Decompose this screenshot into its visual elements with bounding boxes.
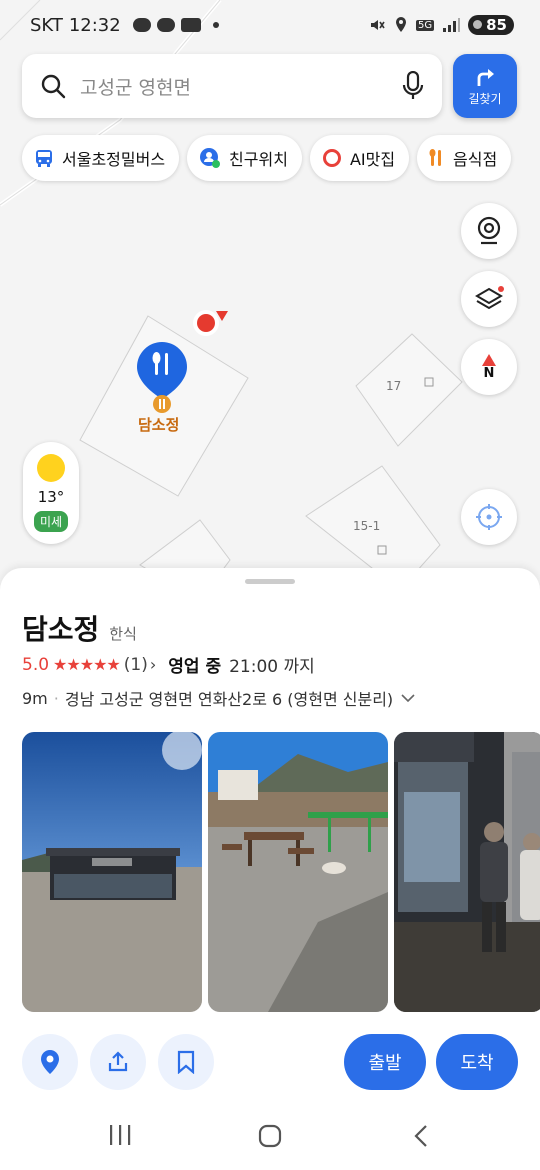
fine-dust-badge: 미세 <box>33 511 69 532</box>
category-chips: 서울초정밀버스 친구위치 AI맛집 음식점 <box>22 135 512 181</box>
place-detail-sheet[interactable]: 담소정 한식 5.0 ★★★★★ (1) › 영업 중 21:00 까지 9m … <box>0 568 540 1170</box>
home-icon <box>258 1124 282 1148</box>
clock: 12:32 <box>68 14 121 36</box>
bookmark-button[interactable] <box>158 1034 214 1090</box>
share-button[interactable] <box>90 1034 146 1090</box>
layers-icon <box>475 286 504 310</box>
action-row: 출발 도착 <box>22 1034 518 1090</box>
rating-stars: ★★★★★ <box>53 655 121 674</box>
chevron-right-icon: › <box>149 655 157 674</box>
place-photo[interactable] <box>22 732 202 1012</box>
restaurant-icon <box>429 149 442 166</box>
talk-notification-icon <box>132 18 151 32</box>
location-pin-icon <box>41 1050 59 1074</box>
place-category: 한식 <box>109 625 137 643</box>
bus-icon <box>36 150 52 167</box>
map-place-label[interactable]: 담소정 <box>138 414 179 435</box>
chip-ai-restaurants[interactable]: AI맛집 <box>309 135 410 181</box>
map-layers-button[interactable] <box>461 271 517 327</box>
photo-terrace-image <box>208 732 388 1012</box>
place-name: 담소정 <box>22 613 100 646</box>
distance: 9m <box>22 688 48 708</box>
sheet-drag-handle[interactable] <box>245 579 295 584</box>
weather-widget[interactable]: 13° 미세 <box>23 442 79 544</box>
directions-label: 길찾기 <box>468 91 502 106</box>
place-photo[interactable] <box>394 732 540 1012</box>
separator-dot: · <box>53 688 59 708</box>
photo-carousel[interactable] <box>22 732 540 1012</box>
youtube-notification-icon <box>180 18 201 32</box>
friend-location-icon <box>200 148 221 168</box>
mute-icon <box>371 20 385 30</box>
lot-number-label: 17 <box>386 379 402 393</box>
chip-label: 음식점 <box>453 150 498 169</box>
location-status-icon <box>396 17 406 32</box>
chip-seoul-bus[interactable]: 서울초정밀버스 <box>22 135 180 181</box>
search-icon <box>41 74 66 99</box>
back-button[interactable] <box>412 1124 430 1148</box>
more-notifications-dot-icon <box>212 22 219 28</box>
arrive-button[interactable]: 도착 <box>436 1034 518 1090</box>
rating-row[interactable]: 5.0 ★★★★★ (1) › 영업 중 21:00 까지 <box>22 652 315 678</box>
chip-label: 서울초정밀버스 <box>62 150 166 169</box>
compass-button[interactable]: N <box>461 339 517 395</box>
chip-friend-location[interactable]: 친구위치 <box>187 135 302 181</box>
lot-number-label: 15-1 <box>353 519 381 533</box>
battery-indicator: 85 <box>468 15 514 35</box>
share-icon <box>108 1051 128 1072</box>
depart-button[interactable]: 출발 <box>344 1034 426 1090</box>
photo-building-image <box>22 732 202 1012</box>
ai-ring-icon <box>322 149 341 167</box>
compass-label: N <box>483 365 495 381</box>
temperature: 13° <box>37 488 65 506</box>
review-count: (1) <box>123 654 148 675</box>
sun-icon <box>37 454 65 482</box>
place-title-row: 담소정 한식 <box>22 608 137 648</box>
chip-label: 친구위치 <box>229 150 288 169</box>
crosshair-icon <box>476 504 502 530</box>
back-icon <box>414 1125 427 1147</box>
address-row[interactable]: 9m · 경남 고성군 영현면 연화산2로 6 (영현면 신분리) <box>22 686 415 710</box>
place-photo[interactable] <box>208 732 388 1012</box>
chevron-down-icon <box>401 694 415 703</box>
search-input[interactable]: 고성군 영현면 <box>80 73 402 100</box>
my-location-button[interactable] <box>461 489 517 545</box>
status-bar: SKT 12:32 5G 85 <box>0 0 540 50</box>
chip-restaurants[interactable]: 음식점 <box>417 135 512 181</box>
directions-button[interactable]: 길찾기 <box>453 54 517 118</box>
signal-icon <box>443 18 461 32</box>
rating-score: 5.0 <box>22 654 50 675</box>
open-status: 영업 중 <box>168 657 222 677</box>
save-location-button[interactable] <box>22 1034 78 1090</box>
chip-label: AI맛집 <box>349 150 396 169</box>
recent-apps-button[interactable] <box>108 1124 132 1146</box>
street-view-button[interactable] <box>461 203 517 259</box>
bookmark-icon <box>177 1050 195 1074</box>
carrier-label: SKT <box>30 14 63 36</box>
home-button[interactable] <box>258 1124 282 1148</box>
compass-north-icon <box>482 353 496 366</box>
network-type-icon: 5G <box>416 19 435 31</box>
message-notification-icon <box>156 18 175 32</box>
street-view-icon <box>477 216 501 245</box>
recent-apps-icon <box>110 1125 131 1145</box>
system-nav-bar <box>0 1104 540 1170</box>
search-bar[interactable]: 고성군 영현면 <box>22 54 442 118</box>
microphone-icon[interactable] <box>402 71 424 101</box>
turn-arrow-icon <box>477 68 494 86</box>
photo-storefront-image <box>394 732 540 1012</box>
address: 경남 고성군 영현면 연화산2로 6 (영현면 신분리) <box>64 690 394 709</box>
business-hours: 21:00 까지 <box>229 657 315 677</box>
